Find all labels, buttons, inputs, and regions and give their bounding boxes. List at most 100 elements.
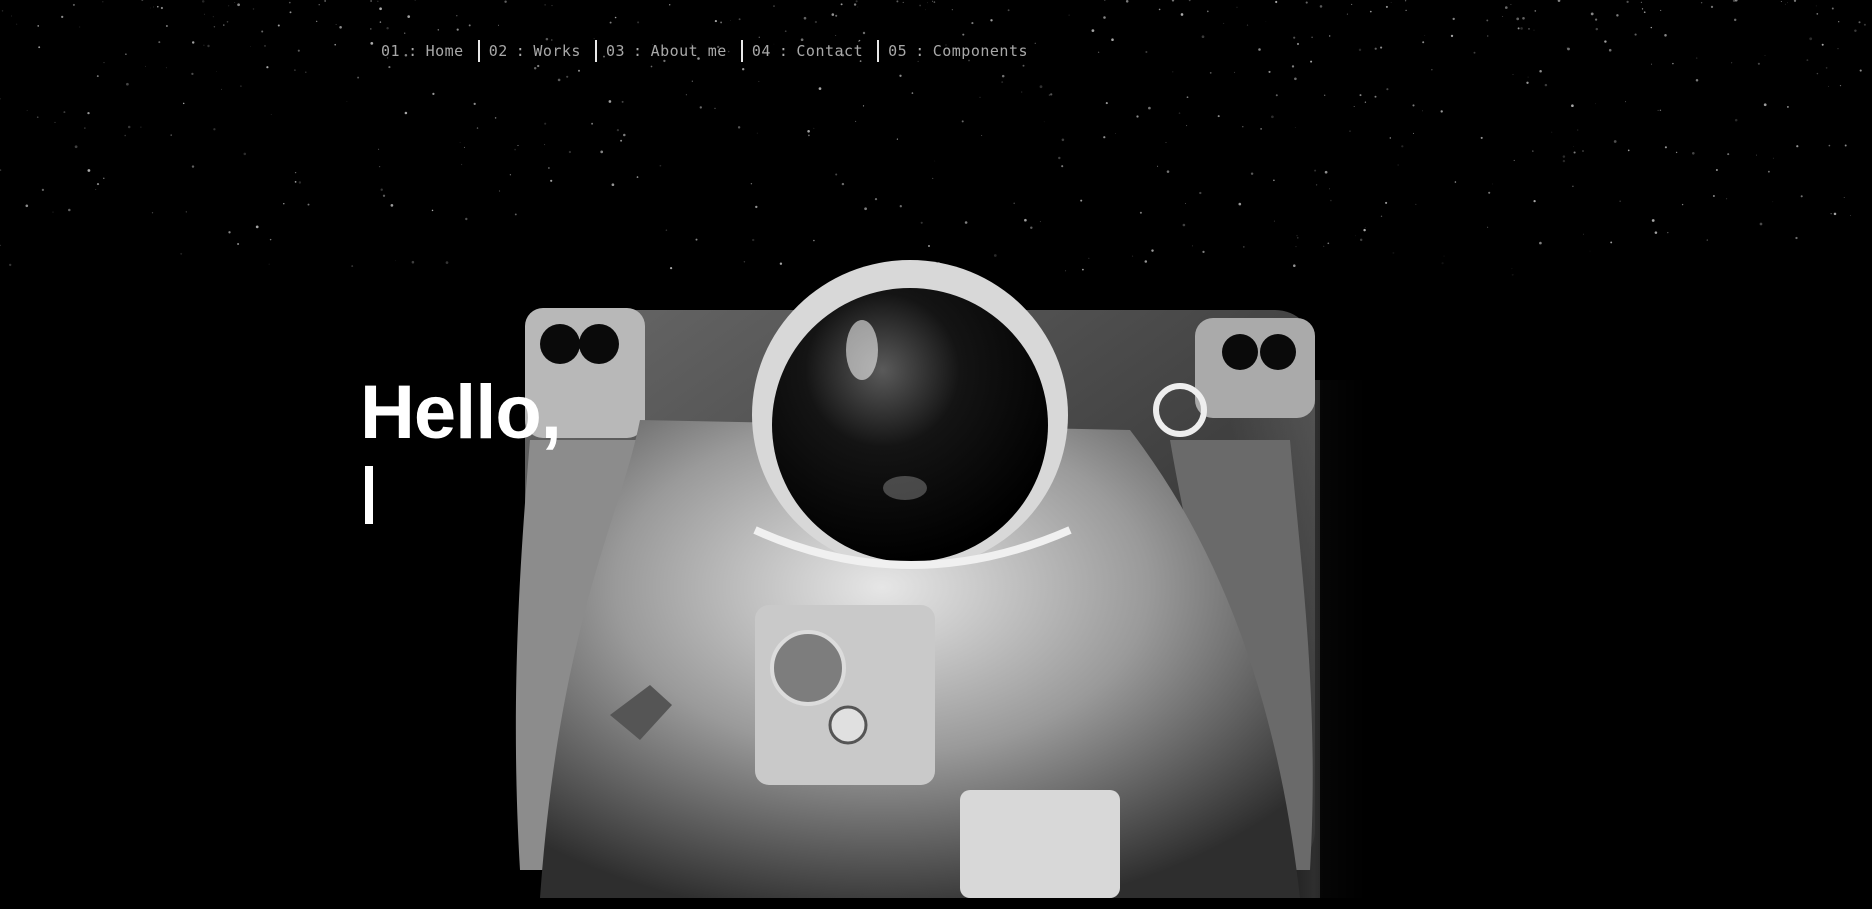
star-dot [1567,47,1570,51]
star-dot [191,41,195,44]
star-dot [1651,219,1655,222]
star-dot [1504,6,1508,9]
star-dot [1157,165,1159,167]
star-dot [237,242,240,246]
star-dot [714,20,717,23]
star-dot [54,121,56,123]
star-dot [621,100,624,103]
star-dot [1105,102,1108,105]
star-dot [1236,6,1238,8]
star-dot [730,20,732,21]
star-dot [72,3,75,6]
star-dot [927,2,928,4]
nav-link-about-me[interactable]: 03: About me [597,38,741,64]
star-dot [370,28,372,30]
star-dot [102,1,104,3]
star-dot [1324,170,1328,174]
star-dot [1001,81,1004,84]
star-dot [1520,27,1523,30]
star-dot [1594,18,1598,21]
main-navigation: 01: Home 02: Works 03: About me 04: Contact 05: C… [372,38,1042,64]
star-dot [514,213,517,216]
star-dot [1452,17,1455,21]
star-dot [1374,95,1377,98]
star-dot [250,45,251,47]
star-dot [1323,245,1325,248]
star-dot [1533,29,1535,31]
star-dot [388,66,391,69]
star-dot [1186,125,1188,127]
star-dot [961,120,964,123]
star-dot [1297,237,1299,239]
star-dot [1634,33,1637,36]
star-dot [1488,191,1491,194]
star-dot [742,68,745,71]
star-dot [544,122,547,125]
star-dot [855,120,857,122]
star-dot [1675,151,1678,154]
star-dot [1364,101,1367,103]
star-dot [614,16,617,19]
hero-title: Hello, [360,370,562,455]
star-dot [544,144,546,146]
star-dot [228,5,230,7]
star-dot [1695,57,1698,59]
star-dot [862,105,865,107]
star-dot [981,135,983,136]
star-dot [1712,195,1715,197]
star-dot [237,3,240,7]
star-dot [1327,242,1330,245]
star-dot [1806,59,1809,62]
star-dot [459,142,461,143]
star-dot [1273,179,1275,182]
star-dot [1293,264,1296,267]
star-dot [1551,131,1553,133]
star-dot [1562,155,1566,158]
star-dot [185,211,187,213]
star-dot [149,7,151,9]
nav-link-contact[interactable]: 04: Contact [743,38,877,64]
star-dot [1401,145,1404,148]
star-dot [1517,27,1520,30]
star-dot [1539,69,1542,73]
star-dot [1626,0,1629,4]
star-dot [1844,144,1847,147]
nav-link-home[interactable]: 01: Home [372,38,478,64]
nav-link-works[interactable]: 02: Works [480,38,595,64]
star-dot [378,165,381,168]
star-dot [1351,3,1353,5]
star-dot [1833,212,1837,216]
star-dot [609,21,612,24]
star-dot [1385,201,1388,204]
star-dot [1039,221,1041,223]
star-dot [1151,249,1154,252]
star-dot [1273,220,1275,222]
star-dot [382,194,386,197]
star-dot [1759,222,1763,226]
star-dot [124,134,126,137]
star-dot [1843,196,1845,198]
star-dot [87,111,90,115]
star-dot [213,128,216,131]
star-dot [932,0,934,2]
star-dot [498,190,501,192]
nav-link-components[interactable]: 05: Components [879,38,1042,64]
star-dot [1512,74,1514,76]
star-dot [699,106,702,109]
star-dot [96,183,100,186]
star-dot [1295,246,1297,248]
star-dot [318,4,320,6]
star-dot [899,205,902,208]
star-dot [221,88,222,90]
star-dot [1186,96,1189,99]
star-dot [855,0,858,3]
star-dot [1831,7,1834,10]
nav-link-label: Works [533,42,581,60]
star-dot [1412,132,1415,134]
star-dot [79,26,81,28]
star-dot [437,29,440,31]
star-dot [1454,181,1457,183]
star-dot [779,262,783,265]
star-dot [784,30,787,33]
star-dot [1487,35,1489,37]
